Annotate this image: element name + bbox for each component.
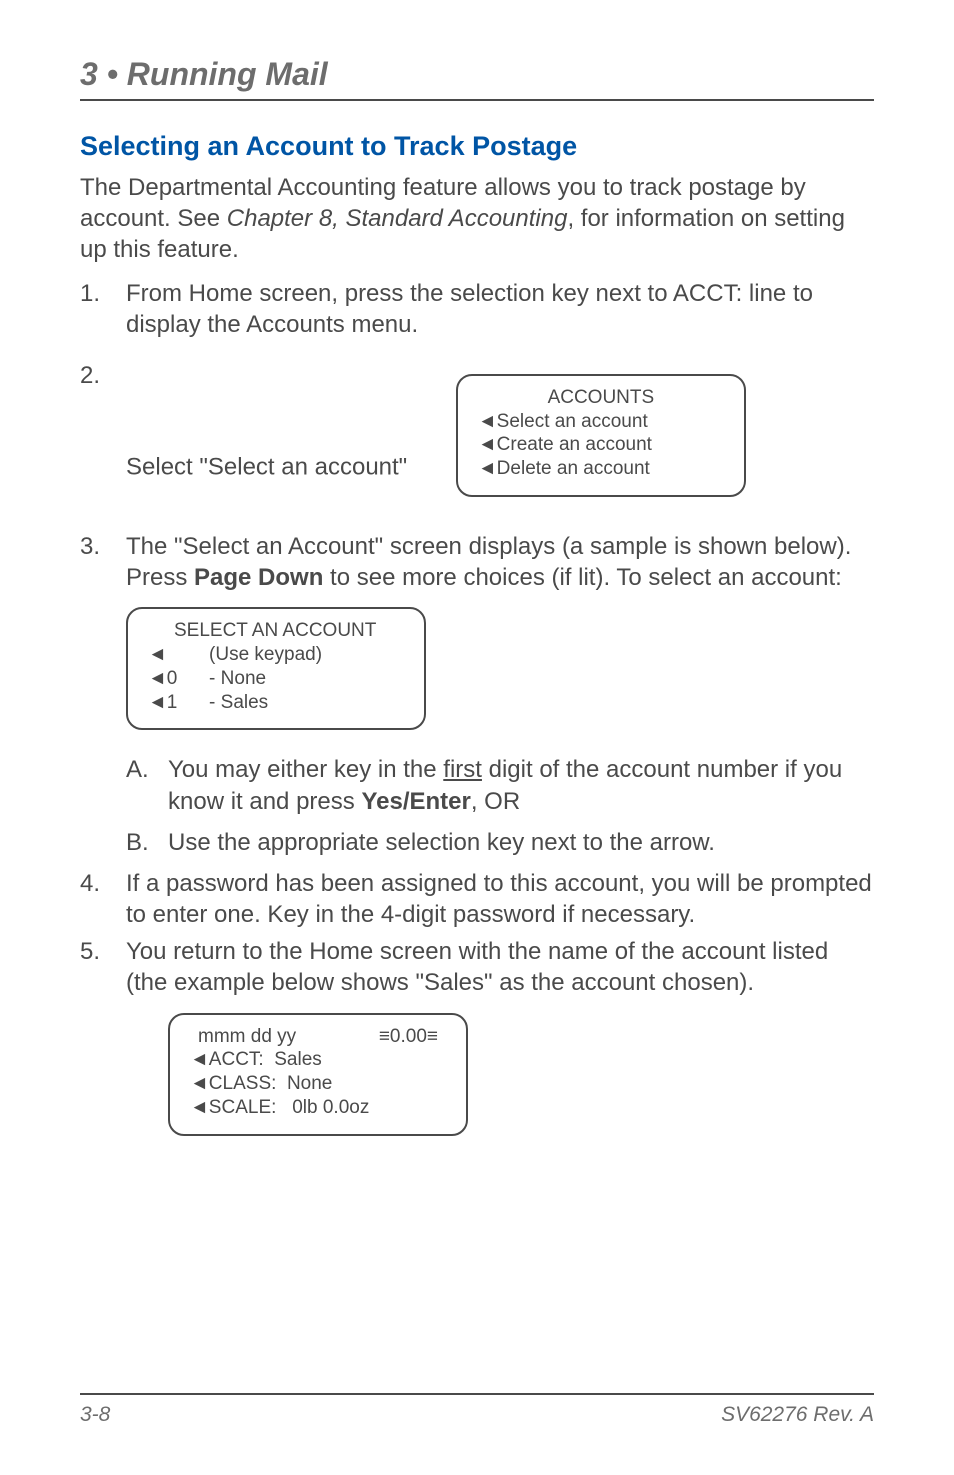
step-3a: A. You may either key in the first digit… bbox=[126, 754, 874, 816]
lcd-home-date: mmm dd yy bbox=[198, 1025, 296, 1049]
step-5-num: 5. bbox=[80, 936, 100, 967]
step-3a-bold: Yes/Enter bbox=[361, 788, 470, 815]
lcd-select-account-row-1: ◄ (Use keypad) bbox=[148, 643, 404, 667]
step-3a-letter: A. bbox=[126, 754, 149, 785]
step-3-sublist: A. You may either key in the first digit… bbox=[126, 754, 874, 858]
step-4-num: 4. bbox=[80, 868, 100, 899]
top-rule bbox=[80, 99, 874, 101]
section-title: Selecting an Account to Track Postage bbox=[80, 131, 874, 162]
lcd-accounts-row-3: ◄Delete an account bbox=[478, 457, 724, 481]
step-5: 5. You return to the Home screen with th… bbox=[80, 936, 874, 1149]
step-3-post: to see more choices (if lit). To select … bbox=[323, 564, 841, 591]
lcd-accounts-row-2: ◄Create an account bbox=[478, 433, 724, 457]
step-1-text: From Home screen, press the selection ke… bbox=[126, 280, 813, 338]
footer-rule bbox=[80, 1393, 874, 1395]
step-4-text: If a password has been assigned to this … bbox=[126, 870, 872, 928]
lcd-accounts: ACCOUNTS ◄Select an account ◄Create an a… bbox=[456, 374, 746, 497]
step-list: 1. From Home screen, press the selection… bbox=[80, 278, 874, 1150]
step-1-num: 1. bbox=[80, 278, 100, 309]
step-3a-under: first bbox=[443, 756, 482, 783]
intro-paragraph: The Departmental Accounting feature allo… bbox=[80, 172, 874, 266]
lcd-accounts-title: ACCOUNTS bbox=[478, 386, 724, 410]
step-3b-text: Use the appropriate selection key next t… bbox=[168, 829, 715, 856]
lcd-accounts-row-1: ◄Select an account bbox=[478, 410, 724, 434]
step-3: 3. The "Select an Account" screen displa… bbox=[80, 531, 874, 858]
lcd-select-account-row-2: ◄0 - None bbox=[148, 667, 404, 691]
step-2-text: Select "Select an account" bbox=[126, 453, 407, 480]
lcd-home-row-2: ◄CLASS: None bbox=[190, 1072, 446, 1096]
footer-page-number: 3-8 bbox=[80, 1403, 110, 1427]
lcd-home-row-3: ◄SCALE: 0lb 0.0oz bbox=[190, 1096, 446, 1120]
step-1: 1. From Home screen, press the selection… bbox=[80, 278, 874, 340]
footer: 3-8 SV62276 Rev. A bbox=[80, 1393, 874, 1427]
step-4: 4. If a password has been assigned to th… bbox=[80, 868, 874, 930]
lcd-home-amount: ≡0.00≡ bbox=[379, 1025, 438, 1049]
step-3a-pre: You may either key in the bbox=[168, 756, 443, 783]
step-3-bold: Page Down bbox=[194, 564, 323, 591]
chapter-header: 3 • Running Mail bbox=[80, 56, 874, 93]
step-5-text: You return to the Home screen with the n… bbox=[126, 938, 828, 996]
lcd-select-account-row-3: ◄1 - Sales bbox=[148, 691, 404, 715]
step-3a-post: , OR bbox=[471, 788, 520, 815]
intro-italic: Chapter 8, Standard Accounting bbox=[227, 205, 568, 232]
step-3b-letter: B. bbox=[126, 827, 149, 858]
step-3-num: 3. bbox=[80, 531, 100, 562]
lcd-home: mmm dd yy ≡0.00≡ ◄ACCT: Sales ◄CLASS: No… bbox=[168, 1013, 468, 1136]
lcd-select-account-title: SELECT AN ACCOUNT bbox=[148, 619, 404, 643]
step-2-num: 2. bbox=[80, 360, 100, 391]
lcd-home-row-1: ◄ACCT: Sales bbox=[190, 1048, 446, 1072]
step-2: 2. Select "Select an account" ACCOUNTS ◄… bbox=[80, 360, 874, 511]
step-3b: B. Use the appropriate selection key nex… bbox=[126, 827, 874, 858]
lcd-select-account: SELECT AN ACCOUNT ◄ (Use keypad) ◄0 - No… bbox=[126, 607, 426, 730]
footer-doc-id: SV62276 Rev. A bbox=[721, 1403, 874, 1427]
